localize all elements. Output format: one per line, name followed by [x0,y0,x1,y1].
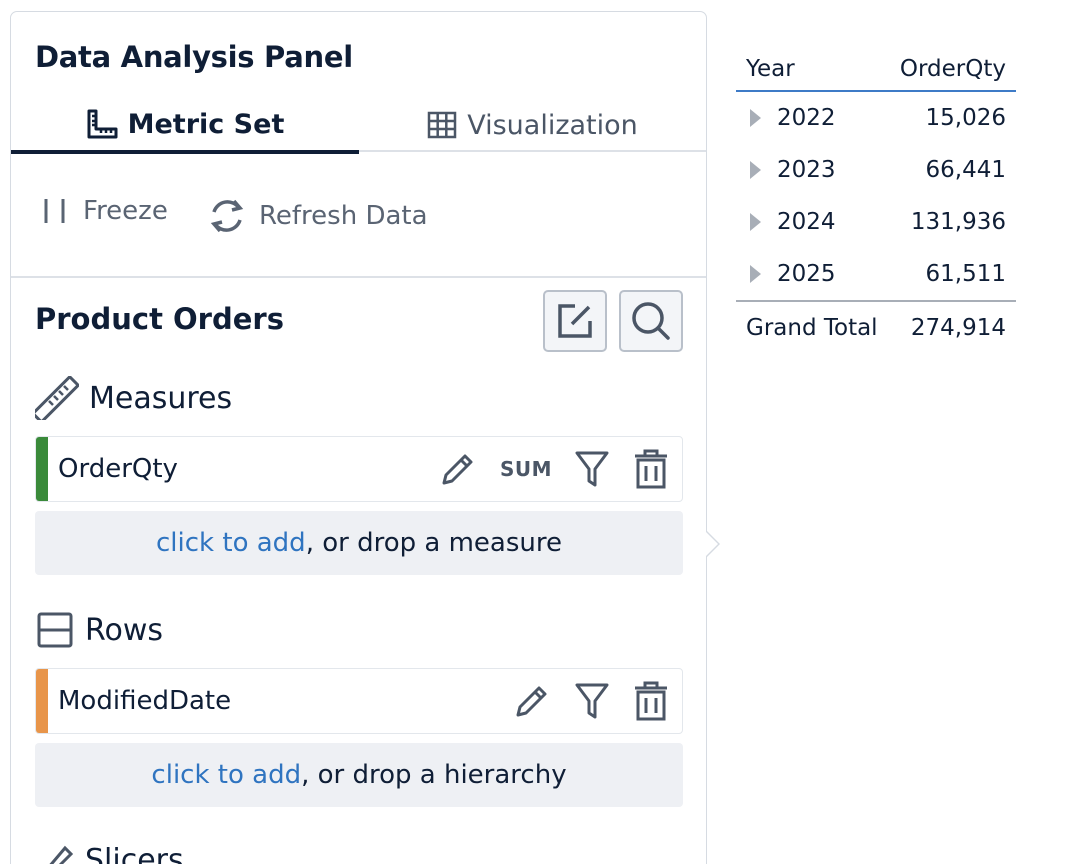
orderqty-value: 15,026 [925,105,1006,131]
refresh-data-label: Refresh Data [259,201,428,231]
row-dropzone-text: , or drop a hierarchy [301,760,567,790]
row-year-cell[interactable]: 2022 [750,105,836,131]
result-table: Year OrderQty 2022 15,026 2023 66,441 20… [736,48,1016,354]
measure-dropzone[interactable]: click to add , or drop a measure [35,511,683,575]
tab-visualization-label: Visualization [467,109,638,141]
row-color-bar [36,669,48,733]
column-header-year[interactable]: Year [746,56,795,82]
grand-total-value: 274,914 [910,315,1006,341]
grand-total-label: Grand Total [746,315,878,341]
pencil-icon[interactable] [512,681,552,721]
tab-metric-set-label: Metric Set [127,108,285,140]
measure-field-orderqty[interactable]: OrderQty SUM [35,436,683,502]
trash-icon[interactable] [632,448,670,490]
search-button[interactable] [619,290,683,352]
result-table-header: Year OrderQty [736,48,1016,92]
table-row: 2022 15,026 [736,92,1016,144]
toolbar: Freeze Refresh Data [11,154,706,278]
slicers-heading: Slicers [35,840,184,864]
tab-metric-set[interactable]: Metric Set [11,98,359,154]
tab-visualization[interactable]: Visualization [359,98,706,152]
dataset-title: Product Orders [35,302,284,336]
orderqty-value: 61,511 [925,261,1006,287]
freeze-button[interactable]: Freeze [41,196,168,226]
freeze-label: Freeze [83,196,168,226]
rows-label: Rows [85,612,164,648]
measures-heading: Measures [35,376,232,420]
table-row: 2025 61,511 [736,248,1016,300]
expand-triangle-icon[interactable] [750,213,761,231]
filter-icon[interactable] [574,681,610,721]
panel-title: Data Analysis Panel [35,40,353,74]
expand-triangle-icon[interactable] [750,109,761,127]
year-value: 2022 [777,105,836,131]
filter-icon[interactable] [574,449,610,489]
add-row-link[interactable]: click to add [151,760,301,790]
ruler-square-icon [87,109,118,139]
table-row: 2024 131,936 [736,196,1016,248]
edit-icon [558,304,592,338]
expand-triangle-icon[interactable] [750,265,761,283]
column-header-orderqty[interactable]: OrderQty [900,56,1006,82]
rows-heading: Rows [35,610,163,650]
measures-label: Measures [89,380,233,416]
measure-dropzone-text: , or drop a measure [305,528,562,558]
year-value: 2023 [777,157,836,183]
row-year-cell[interactable]: 2025 [750,261,836,287]
pencil-icon[interactable] [438,449,478,489]
ruler-icon [35,376,79,420]
row-dropzone[interactable]: click to add , or drop a hierarchy [35,743,683,807]
measure-field-name: OrderQty [58,454,178,484]
year-value: 2025 [777,261,836,287]
edit-dataset-button[interactable] [543,290,607,352]
trash-icon[interactable] [632,680,670,722]
refresh-icon [210,199,244,233]
orderqty-value: 66,441 [925,157,1006,183]
orderqty-value: 131,936 [910,209,1006,235]
slicers-label: Slicers [85,842,184,864]
data-analysis-panel: Data Analysis Panel Metric Set Visualiza… [10,11,707,864]
grid-icon [427,111,457,139]
search-icon [632,302,670,340]
aggregation-button[interactable]: SUM [500,457,552,481]
panel-pointer [705,530,720,558]
grand-total-row: Grand Total 274,914 [736,300,1016,354]
row-year-cell[interactable]: 2024 [750,209,836,235]
rows-icon [37,612,73,648]
row-field-modifieddate[interactable]: ModifiedDate [35,668,683,734]
measure-color-bar [36,437,48,501]
add-measure-link[interactable]: click to add [156,528,306,558]
year-value: 2024 [777,209,836,235]
refresh-data-button[interactable]: Refresh Data [207,196,428,236]
tab-bar: Metric Set Visualization [11,98,706,154]
table-row: 2023 66,441 [736,144,1016,196]
row-year-cell[interactable]: 2023 [750,157,836,183]
expand-triangle-icon[interactable] [750,161,761,179]
slicer-icon [49,845,74,864]
row-field-name: ModifiedDate [58,686,232,716]
pause-icon [44,199,65,223]
